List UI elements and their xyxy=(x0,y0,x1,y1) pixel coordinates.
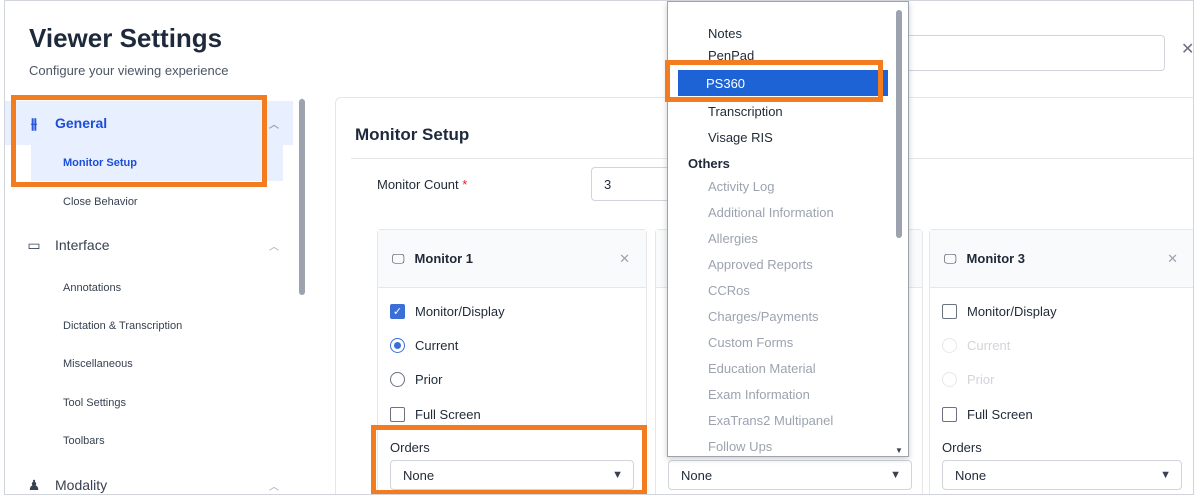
dropdown-option[interactable]: Charges/Payments xyxy=(668,303,894,329)
prior-radio[interactable]: Prior xyxy=(942,372,994,387)
radio-label: Prior xyxy=(415,372,443,387)
monitor-card-header: 🖵 Monitor 3 ✕ xyxy=(930,230,1193,288)
person-icon: ♟ xyxy=(27,476,41,493)
dropdown-option[interactable]: Activity Log xyxy=(668,173,894,199)
search-input[interactable] xyxy=(885,35,1165,71)
highlight-box-orders xyxy=(371,425,647,494)
sidebar-group-label: Interface xyxy=(55,237,110,253)
dropdown-option[interactable]: Custom Forms xyxy=(668,329,894,355)
page-subtitle: Configure your viewing experience xyxy=(29,63,229,78)
dropdown-scrollbar[interactable] xyxy=(896,10,902,238)
highlight-box-general xyxy=(11,95,267,187)
sidebar-item-annotations[interactable]: Annotations xyxy=(63,282,121,294)
required-mark: * xyxy=(462,177,468,192)
sidebar-group-interface[interactable]: ▭ Interface ︿ xyxy=(5,223,293,267)
viewer-settings-window: Viewer Settings Configure your viewing e… xyxy=(4,0,1194,495)
radio-label: Current xyxy=(415,338,459,353)
dropdown-option[interactable]: Additional Information xyxy=(668,199,894,225)
sidebar-group-label: Modality xyxy=(55,477,108,493)
orders-select[interactable]: None ▼ xyxy=(942,460,1182,490)
sidebar-item-miscellaneous[interactable]: Miscellaneous xyxy=(63,358,133,370)
monitor-icon: 🖵 xyxy=(944,250,957,266)
section-title: Monitor Setup xyxy=(355,125,470,144)
dropdown-option[interactable]: Visage RIS xyxy=(668,124,894,150)
sidebar-group-modality[interactable]: ♟ Modality ︿ xyxy=(5,463,293,494)
monitor-title: Monitor 1 xyxy=(414,251,474,266)
close-icon[interactable]: ✕ xyxy=(619,251,630,267)
checkbox-checked-icon[interactable]: ✓ xyxy=(390,304,405,319)
checkbox-label: Monitor/Display xyxy=(967,304,1057,319)
checkbox-label: Full Screen xyxy=(415,407,481,422)
scroll-down-icon[interactable]: ▼ xyxy=(895,446,903,455)
sidebar-item-toolbars[interactable]: Toolbars xyxy=(63,435,105,447)
full-screen-checkbox[interactable]: Full Screen xyxy=(942,407,1033,422)
dropdown-option[interactable]: Notes xyxy=(668,20,894,46)
sidebar-item-dictation[interactable]: Dictation & Transcription xyxy=(63,320,182,332)
checkbox-icon[interactable] xyxy=(390,407,405,422)
orders-select[interactable]: None ▼ xyxy=(668,460,912,490)
dropdown-option[interactable]: Exam Information xyxy=(668,381,894,407)
sidebar-item-close-behavior[interactable]: Close Behavior xyxy=(63,196,138,208)
checkbox-icon[interactable] xyxy=(942,407,957,422)
checkbox-icon[interactable] xyxy=(942,304,957,319)
monitor-icon: ▭ xyxy=(27,236,41,253)
monitor-icon: 🖵 xyxy=(392,250,405,266)
close-icon[interactable]: ✕ xyxy=(1167,251,1178,267)
full-screen-checkbox[interactable]: Full Screen xyxy=(390,407,481,422)
chevron-up-icon[interactable]: ︿ xyxy=(269,116,279,131)
chevron-up-icon[interactable]: ︿ xyxy=(269,478,279,493)
dropdown-option[interactable]: CCRos xyxy=(668,277,894,303)
monitor-card-3: 🖵 Monitor 3 ✕ Monitor/Display Current Pr… xyxy=(929,229,1193,494)
sidebar-scrollbar[interactable] xyxy=(299,99,305,295)
monitor-display-checkbox[interactable]: Monitor/Display xyxy=(942,304,1057,319)
radio-icon[interactable] xyxy=(942,372,957,387)
current-radio[interactable]: Current xyxy=(390,338,458,353)
monitor-count-input[interactable]: 3 xyxy=(591,167,671,201)
monitor-count-label: Monitor Count * xyxy=(377,177,467,192)
radio-icon[interactable] xyxy=(390,372,405,387)
dropdown-option[interactable]: ExaTrans2 Multipanel xyxy=(668,407,894,433)
page-title: Viewer Settings xyxy=(29,23,223,53)
highlight-box-ps360 xyxy=(665,60,883,102)
monitor-card-header: 🖵 Monitor 1 ✕ xyxy=(378,230,646,288)
radio-selected-icon[interactable] xyxy=(390,338,405,353)
dropdown-option[interactable]: Follow Ups xyxy=(668,433,894,456)
dropdown-option[interactable]: Approved Reports xyxy=(668,251,894,277)
orders-label: Orders xyxy=(942,440,982,455)
monitor-display-checkbox[interactable]: ✓ Monitor/Display xyxy=(390,304,505,319)
checkbox-label: Monitor/Display xyxy=(415,304,505,319)
close-icon[interactable]: ✕ xyxy=(1181,39,1193,59)
header: Viewer Settings Configure your viewing e… xyxy=(5,1,1193,93)
dropdown-option[interactable]: Allergies xyxy=(668,225,894,251)
radio-label: Prior xyxy=(967,372,995,387)
chevron-down-icon: ▼ xyxy=(1160,469,1171,481)
radio-icon[interactable] xyxy=(942,338,957,353)
monitor-title: Monitor 3 xyxy=(966,251,1026,266)
sidebar-item-tool-settings[interactable]: Tool Settings xyxy=(63,397,126,409)
radio-label: Current xyxy=(967,338,1011,353)
dropdown-option[interactable]: PenPad xyxy=(668,46,894,60)
dropdown-option[interactable]: Education Material xyxy=(668,355,894,381)
monitor-count-text: Monitor Count xyxy=(377,177,459,192)
chevron-up-icon[interactable]: ︿ xyxy=(269,238,279,253)
prior-radio[interactable]: Prior xyxy=(390,372,442,387)
checkbox-label: Full Screen xyxy=(967,407,1033,422)
select-value: None xyxy=(681,467,713,483)
select-value: None xyxy=(955,467,987,483)
current-radio[interactable]: Current xyxy=(942,338,1010,353)
chevron-down-icon: ▼ xyxy=(890,469,901,481)
